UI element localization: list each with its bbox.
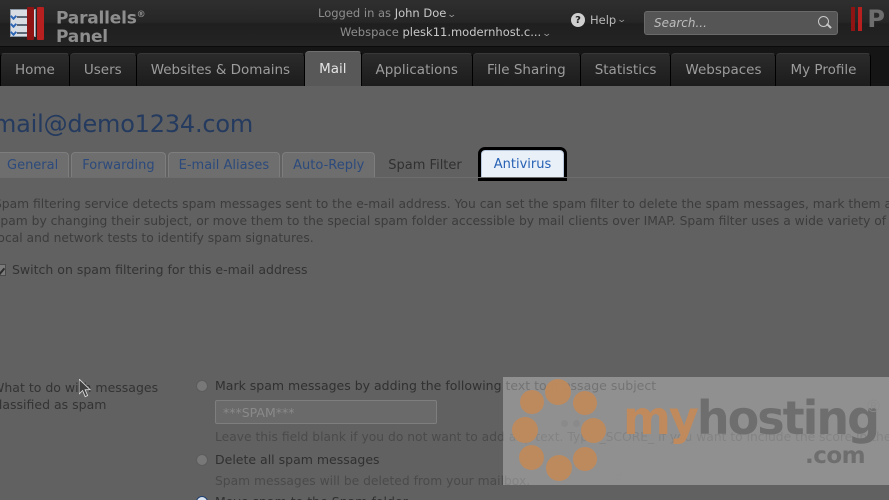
- nav-tab-webspaces[interactable]: Webspaces: [671, 53, 777, 86]
- option-mark-spam-hint: Leave this field blank if you do not wan…: [215, 430, 889, 444]
- brand-text: Parallels® Panel: [56, 5, 146, 47]
- session-info: Logged in as John Doe⌄ Webspace plesk11.…: [318, 5, 552, 43]
- parallels-logo-icon: [8, 5, 52, 41]
- spam-subject-input[interactable]: [216, 401, 436, 423]
- option-delete-spam-row[interactable]: Delete all spam messages: [196, 452, 889, 468]
- help-label: Help: [590, 13, 617, 27]
- nav-tab-home[interactable]: Home: [0, 53, 70, 86]
- nav-tab-websites-domains[interactable]: Websites & Domains: [136, 53, 306, 86]
- nav-tab-mail[interactable]: Mail: [305, 51, 362, 86]
- brand-registered-mark: ®: [136, 10, 146, 20]
- nav-tab-users[interactable]: Users: [69, 53, 137, 86]
- subtab-spam-filter[interactable]: Spam Filter: [377, 152, 473, 178]
- parallels-panel-logo: Parallels® Panel: [8, 5, 146, 47]
- search-input[interactable]: [645, 16, 815, 30]
- question-mark-circle-icon: ?: [571, 13, 585, 27]
- page-title: mail@demo1234.com: [0, 110, 254, 138]
- subtab-label: E-mail Aliases: [178, 158, 270, 173]
- main-nav-tabs: Home Users Websites & Domains Mail Applicati…: [0, 47, 889, 86]
- spam-action-field-label: What to do with messages classified as s…: [0, 380, 159, 412]
- magnifier-icon[interactable]: [815, 12, 837, 34]
- nav-tab-file-sharing[interactable]: File Sharing: [472, 53, 581, 86]
- webspace-menu-chevron-down-icon[interactable]: ⌄: [542, 26, 552, 43]
- nav-tab-statistics[interactable]: Statistics: [580, 53, 672, 86]
- subtab-label: Spam Filter: [388, 158, 462, 173]
- switch-on-spam-filtering-label: Switch on spam filtering for this e-mail…: [12, 262, 308, 277]
- spam-action-options: Mark spam messages by adding the followi…: [196, 378, 889, 500]
- nav-tab-label: Users: [83, 62, 122, 78]
- webspace-label: Webspace: [340, 25, 399, 39]
- corner-parallels-logo: P: [851, 7, 885, 31]
- logged-in-user[interactable]: John Doe: [395, 6, 447, 20]
- nav-tab-label: My Profile: [790, 62, 857, 78]
- brand-subname: Panel: [56, 26, 108, 47]
- nav-tab-applications[interactable]: Applications: [361, 53, 473, 86]
- screen-root: Parallels® Panel Logged in as John Doe⌄ …: [0, 0, 889, 500]
- switch-on-spam-filtering-checkbox[interactable]: [0, 263, 6, 276]
- corner-bar-two-icon: [858, 7, 863, 31]
- subtab-label: Antivirus: [493, 156, 552, 172]
- help-chevron-down-icon[interactable]: ⌄: [617, 15, 627, 25]
- nav-tab-label: Webspaces: [685, 62, 762, 78]
- subtab-label: Forwarding: [82, 158, 155, 173]
- search-box[interactable]: [644, 11, 838, 35]
- subtab-e-mail-aliases[interactable]: E-mail Aliases: [167, 152, 281, 178]
- nav-tab-label: Applications: [375, 62, 458, 78]
- option-move-to-spam-folder: Move spam to the Spam folder Move all sp…: [196, 494, 889, 500]
- option-delete-spam-radio[interactable]: [196, 454, 208, 466]
- top-header-bar: Parallels® Panel Logged in as John Doe⌄ …: [0, 0, 889, 47]
- subtab-auto-reply[interactable]: Auto-Reply: [282, 152, 376, 178]
- option-mark-spam-row[interactable]: Mark spam messages by adding the followi…: [196, 378, 889, 394]
- subtab-forwarding[interactable]: Forwarding: [71, 152, 166, 178]
- option-move-to-spam-folder-row[interactable]: Move spam to the Spam folder: [196, 494, 889, 500]
- user-menu-chevron-down-icon[interactable]: ⌄: [447, 7, 457, 24]
- help-menu[interactable]: ? Help ⌄: [571, 13, 627, 27]
- option-mark-spam: Mark spam messages by adding the followi…: [196, 378, 889, 445]
- subtab-label: Auto-Reply: [293, 158, 365, 173]
- nav-tab-my-profile[interactable]: My Profile: [776, 53, 872, 86]
- nav-tab-label: Home: [15, 62, 55, 78]
- spam-subject-text-field[interactable]: [215, 400, 437, 424]
- option-delete-spam-hint: Spam messages will be deleted from your …: [215, 474, 531, 488]
- subtab-label: General: [7, 158, 59, 173]
- corner-bar-one-icon: [851, 7, 856, 31]
- nav-filler: [871, 47, 889, 86]
- subtabs-divider: [0, 177, 889, 178]
- webspace-row: Webspace plesk11.modernhost.c...⌄: [318, 24, 552, 43]
- option-move-to-spam-folder-label: Move spam to the Spam folder: [215, 494, 408, 500]
- main-navigation-bar: Home Users Websites & Domains Mail Applicati…: [0, 47, 889, 86]
- nav-tab-label: Websites & Domains: [150, 62, 291, 78]
- webspace-value[interactable]: plesk11.modernhost.c...: [402, 25, 541, 39]
- spam-filter-description: Spam filtering service detects spam mess…: [0, 197, 889, 245]
- nav-tab-label: Statistics: [594, 62, 657, 78]
- brand-name: Parallels: [56, 8, 137, 29]
- page-content: mail@demo1234.com General Forwarding E-mai…: [0, 86, 889, 500]
- option-mark-spam-label: Mark spam messages by adding the followi…: [215, 378, 657, 393]
- subtab-antivirus[interactable]: Antivirus: [477, 147, 568, 181]
- option-delete-spam-label: Delete all spam messages: [215, 452, 380, 467]
- option-move-to-spam-folder-radio[interactable]: [196, 496, 208, 500]
- corner-logo-letter: P: [867, 5, 885, 33]
- logged-in-row: Logged in as John Doe⌄: [318, 5, 551, 24]
- option-delete-spam: Delete all spam messages Spam messages w…: [196, 452, 889, 489]
- mailbox-subtabs: General Forwarding E-mail Aliases Auto-Repl…: [0, 146, 572, 181]
- logged-in-label: Logged in as: [318, 6, 392, 20]
- subtab-general[interactable]: General: [0, 152, 70, 178]
- nav-tab-label: File Sharing: [486, 62, 566, 78]
- option-mark-spam-radio[interactable]: [196, 380, 208, 392]
- nav-tab-label: Mail: [319, 61, 347, 77]
- switch-on-spam-filtering-row[interactable]: Switch on spam filtering for this e-mail…: [0, 262, 308, 277]
